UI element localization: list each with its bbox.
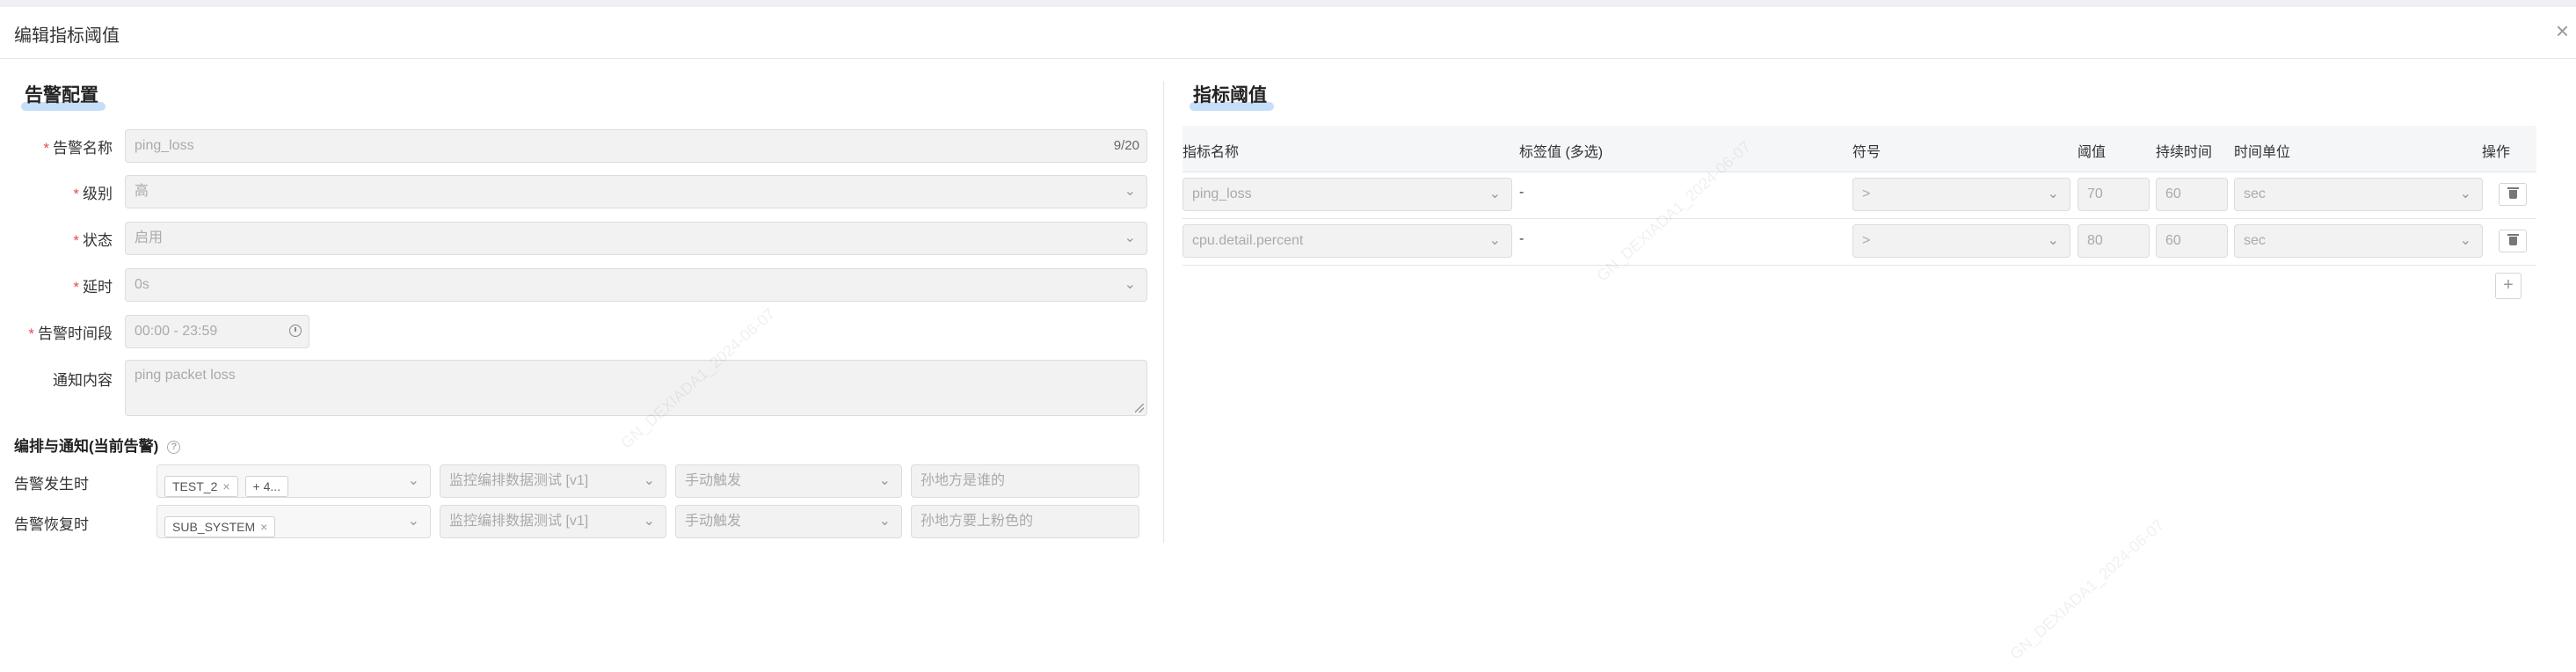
notify-content-label: 通知内容 (53, 372, 113, 389)
chevron-down-icon: ⌄ (2047, 233, 2059, 248)
threshold-input[interactable]: 80 (2078, 224, 2150, 258)
chevron-down-icon: ⌄ (643, 514, 655, 529)
col-symbol: 符号 (1852, 145, 1881, 160)
more-tags-badge[interactable]: + 4... (244, 475, 289, 497)
status-select[interactable]: 启用 ⌄ (125, 222, 1147, 255)
unit-select[interactable]: sec ⌄ (2234, 224, 2483, 258)
col-tag: 标签值 (多选) (1519, 145, 1604, 160)
duration-input[interactable]: 60 (2156, 178, 2228, 211)
table-row: ping_loss ⌄ - > ⌄ 70 60 sec ⌄ (1182, 172, 2536, 219)
chevron-down-icon: ⌄ (1488, 233, 1501, 248)
threshold-table-header: 指标名称 标签值 (多选) 符号 阈值 持续时间 时间单位 操作 (1182, 126, 2536, 172)
chevron-down-icon: ⌄ (878, 514, 891, 529)
alert-name-label: * 告警名称 (43, 140, 113, 157)
chevron-down-icon: ⌄ (407, 514, 419, 529)
dialog-title: 编辑指标阈值 (14, 26, 120, 46)
chevron-down-icon: ⌄ (878, 473, 891, 488)
level-select[interactable]: 高 ⌄ (125, 175, 1147, 208)
on-alert-label: 告警发生时 (14, 476, 89, 493)
alert-period-label: * 告警时间段 (28, 325, 113, 342)
chevron-down-icon: ⌄ (2459, 233, 2471, 248)
orchestration-title: 编排与通知(当前告警)? (14, 434, 181, 456)
tag-remove-icon[interactable]: × (260, 520, 267, 534)
on-recover-target-select[interactable]: SUB_SYSTEM × ⌄ (156, 505, 431, 538)
tag-value: - (1519, 231, 1524, 246)
chevron-down-icon: ⌄ (1124, 277, 1136, 292)
help-icon[interactable]: ? (167, 441, 181, 455)
panel-divider (1163, 81, 1164, 543)
tag-group: TEST_2 × + 4... (164, 471, 295, 502)
chevron-down-icon: ⌄ (1488, 186, 1501, 201)
chevron-down-icon: ⌄ (1124, 230, 1136, 245)
threshold-input[interactable]: 70 (2078, 178, 2150, 211)
chevron-down-icon: ⌄ (2047, 186, 2059, 201)
status-label: * 状态 (73, 232, 113, 249)
on-alert-note-input[interactable]: 孙地方是谁的 (911, 464, 1139, 498)
on-alert-flow-select[interactable]: 监控编排数据测试 [v1] ⌄ (440, 464, 666, 498)
delete-row-button[interactable] (2499, 230, 2527, 252)
delay-label: * 延时 (73, 279, 113, 296)
alert-config-title: 告警配置 (21, 81, 106, 111)
notify-content-textarea[interactable]: ping packet loss (125, 360, 1147, 416)
alert-period-picker[interactable]: 00:00 - 23:59 (125, 315, 309, 348)
metric-select[interactable]: ping_loss ⌄ (1182, 178, 1512, 211)
tag-remove-icon[interactable]: × (222, 479, 229, 493)
tag-group: SUB_SYSTEM × (164, 511, 282, 543)
table-row: cpu.detail.percent ⌄ - > ⌄ 80 60 sec ⌄ (1182, 219, 2536, 266)
col-metric: 指标名称 (1182, 145, 1240, 160)
chevron-down-icon: ⌄ (407, 473, 419, 488)
symbol-select[interactable]: > ⌄ (1852, 178, 2070, 211)
add-row-button[interactable]: + (2495, 273, 2521, 299)
chevron-down-icon: ⌄ (2459, 186, 2471, 201)
chevron-down-icon: ⌄ (1124, 184, 1136, 199)
col-threshold: 阈值 (2078, 145, 2107, 160)
window-top-strip (0, 0, 2576, 7)
unit-select[interactable]: sec ⌄ (2234, 178, 2483, 211)
col-duration: 持续时间 (2156, 145, 2213, 160)
on-alert-trigger-select[interactable]: 手动触发 ⌄ (675, 464, 902, 498)
watermark: GN_DEXIADA1_2024-06-07 (2006, 515, 2168, 663)
trash-icon (2507, 187, 2519, 199)
char-counter: 9/20 (1113, 138, 1139, 153)
on-recover-trigger-select[interactable]: 手动触发 ⌄ (675, 505, 902, 538)
duration-input[interactable]: 60 (2156, 224, 2228, 258)
trash-icon (2507, 234, 2519, 245)
selected-tag: TEST_2 × (164, 475, 238, 497)
on-recover-note-input[interactable]: 孙地方要上粉色的 (911, 505, 1139, 538)
dialog-header: 编辑指标阈值 × (0, 7, 2576, 59)
thresholds-title: 指标阈值 (1190, 81, 1274, 111)
col-unit: 时间单位 (2234, 145, 2291, 160)
close-icon[interactable]: × (2556, 19, 2569, 42)
symbol-select[interactable]: > ⌄ (1852, 224, 2070, 258)
clock-icon (289, 325, 302, 337)
selected-tag: SUB_SYSTEM × (164, 515, 276, 537)
resize-handle[interactable] (1135, 404, 1144, 413)
on-recover-flow-select[interactable]: 监控编排数据测试 [v1] ⌄ (440, 505, 666, 538)
tag-value: - (1519, 185, 1524, 200)
level-label: * 级别 (73, 186, 113, 202)
delay-select[interactable]: 0s ⌄ (125, 268, 1147, 302)
alert-name-input[interactable]: ping_loss 9/20 (125, 129, 1147, 163)
on-alert-target-select[interactable]: TEST_2 × + 4... ⌄ (156, 464, 431, 498)
delete-row-button[interactable] (2499, 183, 2527, 206)
col-action: 操作 (2482, 145, 2511, 160)
on-recover-label: 告警恢复时 (14, 516, 89, 533)
metric-select[interactable]: cpu.detail.percent ⌄ (1182, 224, 1512, 258)
chevron-down-icon: ⌄ (643, 473, 655, 488)
